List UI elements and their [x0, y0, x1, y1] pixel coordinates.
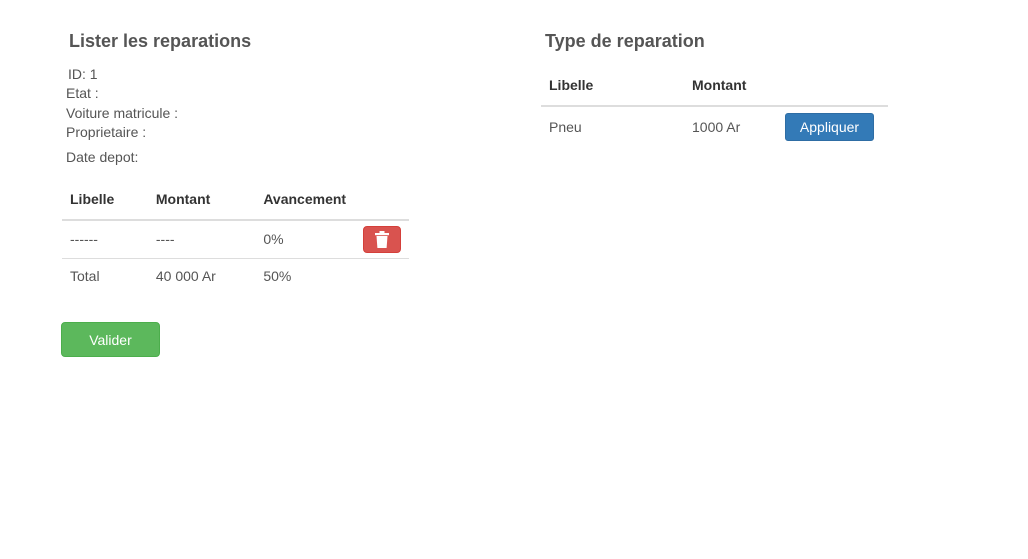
delete-button[interactable] [363, 225, 401, 253]
repair-types-table: Libelle Montant Pneu 1000 Ar Appliquer [541, 64, 888, 146]
col-avancement: Avancement [255, 178, 355, 221]
table-header-row: Libelle Montant [541, 64, 888, 107]
table-row: ------ ---- 0% [62, 220, 409, 258]
owner: Proprietaire : [66, 124, 147, 140]
type-libelle: Pneu [549, 118, 582, 135]
row-montant: ---- [155, 231, 175, 248]
col-libelle: Libelle [62, 178, 148, 221]
total-montant: 40 000 Ar [147, 257, 256, 294]
row-avancement: 0% [263, 231, 284, 248]
car-plate: Voiture matricule : [66, 105, 179, 121]
col-libelle: Libelle [541, 64, 684, 107]
apply-button[interactable]: Appliquer [785, 112, 874, 141]
col-montant: Montant [147, 178, 256, 221]
repair-id: ID: 1 [68, 66, 98, 82]
list-repairs-title: Lister les reparations [69, 31, 252, 51]
valider-button[interactable]: Valider [61, 322, 160, 357]
type-montant: 1000 Ar [692, 118, 741, 135]
total-label: Total [62, 257, 148, 294]
total-row: Total 40 000 Ar 50% [62, 257, 409, 294]
total-avancement: 50% [255, 257, 355, 294]
col-montant: Montant [684, 64, 777, 107]
repair-state: Etat : [66, 85, 99, 101]
drop-date: Date depot: [66, 149, 139, 165]
trash-icon [375, 230, 389, 248]
row-libelle: ------ [70, 231, 98, 248]
repairs-table: Libelle Montant Avancement ------ ---- 0… [62, 178, 409, 294]
table-header-row: Libelle Montant Avancement [62, 178, 409, 221]
repair-types-title: Type de reparation [545, 31, 705, 51]
table-row: Pneu 1000 Ar Appliquer [541, 106, 888, 146]
